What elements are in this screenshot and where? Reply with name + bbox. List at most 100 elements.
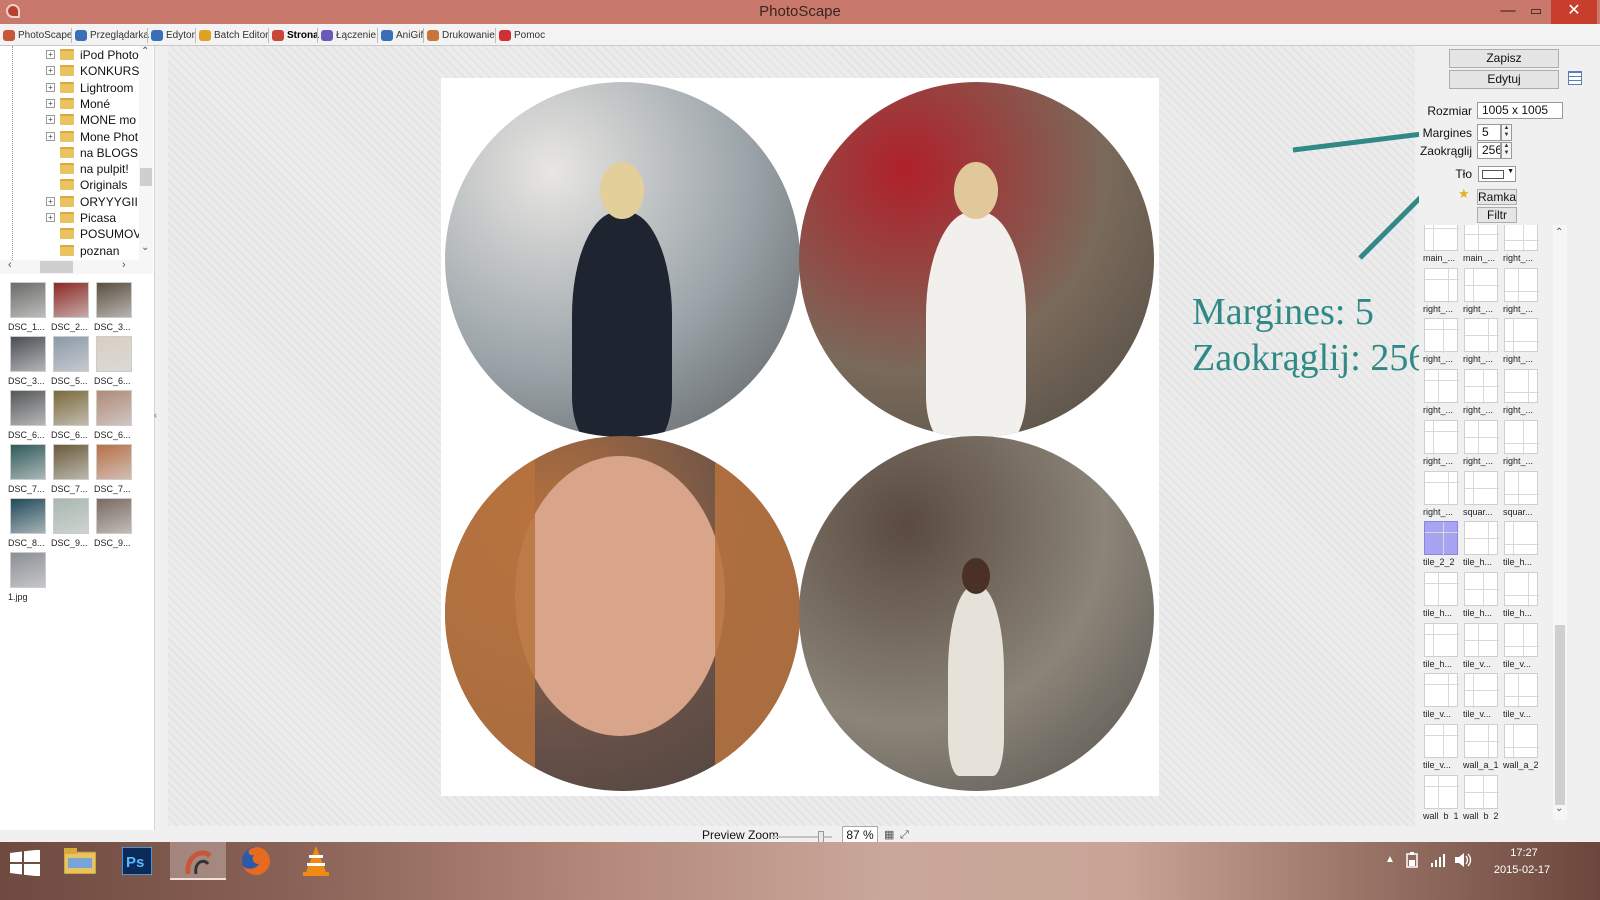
- collage-photo-1[interactable]: [445, 82, 800, 437]
- layout-template[interactable]: right_...: [1421, 470, 1461, 521]
- thumbnail-item[interactable]: DSC_7...: [8, 444, 48, 496]
- layout-template[interactable]: tile_h...: [1461, 571, 1501, 622]
- scrollbar-thumb[interactable]: [140, 168, 152, 186]
- layout-template[interactable]: squar...: [1461, 470, 1501, 521]
- layout-template[interactable]: wall_b_1: [1421, 774, 1461, 820]
- edit-button[interactable]: Edytuj: [1449, 70, 1559, 89]
- layout-template[interactable]: tile_h...: [1461, 521, 1501, 571]
- tab-1[interactable]: Przeglądarka: [74, 27, 149, 44]
- collage-photo-4[interactable]: [799, 436, 1154, 791]
- tab-3[interactable]: Batch Editor: [198, 27, 268, 44]
- layout-template[interactable]: tile_v...: [1421, 724, 1461, 774]
- layout-template[interactable]: right_...: [1501, 225, 1541, 267]
- layout-template[interactable]: tile_h...: [1501, 571, 1541, 622]
- thumbnail-item[interactable]: 1.jpg: [8, 552, 48, 604]
- windows-start-icon[interactable]: [10, 850, 40, 876]
- menu-list-icon[interactable]: [1568, 71, 1582, 85]
- frame-button[interactable]: Ramka: [1477, 189, 1517, 205]
- panel-collapse-handle[interactable]: ‹: [154, 410, 162, 490]
- layout-template[interactable]: right_...: [1421, 267, 1461, 318]
- layout-template[interactable]: right_...: [1461, 369, 1501, 419]
- taskbar-firefox[interactable]: [228, 842, 284, 880]
- layout-template[interactable]: wall_a_2: [1501, 724, 1541, 774]
- thumbnail-item[interactable]: DSC_5...: [51, 336, 91, 388]
- thumbnail-item[interactable]: DSC_1...: [8, 282, 48, 334]
- collage-photo-3[interactable]: [445, 436, 800, 791]
- taskbar-file-explorer[interactable]: [52, 842, 108, 880]
- fullscreen-icon[interactable]: ⤢: [900, 829, 912, 841]
- minimize-button[interactable]: —: [1493, 0, 1523, 24]
- thumbnail-item[interactable]: DSC_8...: [8, 498, 48, 550]
- expand-icon[interactable]: +: [46, 213, 55, 222]
- layout-template[interactable]: tile_v...: [1421, 673, 1461, 723]
- folder-tree-hscrollbar[interactable]: ‹ ›: [0, 259, 153, 274]
- thumbnail-item[interactable]: DSC_6...: [94, 390, 134, 442]
- layout-template[interactable]: tile_h...: [1421, 622, 1461, 673]
- layout-template[interactable]: right_...: [1421, 369, 1461, 419]
- tab-8[interactable]: Pomoc: [498, 27, 545, 44]
- collage-photo-2[interactable]: [799, 82, 1154, 437]
- layout-template[interactable]: right_...: [1501, 267, 1541, 318]
- layout-template[interactable]: right_...: [1461, 419, 1501, 470]
- layout-template[interactable]: tile_h...: [1501, 521, 1541, 571]
- layout-template[interactable]: main_...: [1461, 225, 1501, 267]
- thumbnail-item[interactable]: DSC_9...: [51, 498, 91, 550]
- tab-0[interactable]: PhotoScape: [2, 27, 73, 44]
- thumbnail-item[interactable]: DSC_7...: [51, 444, 91, 496]
- folder-tree-scrollbar[interactable]: ⌃ ⌄: [139, 46, 153, 262]
- margins-field[interactable]: 5: [1477, 124, 1501, 141]
- layout-template[interactable]: tile_v...: [1461, 673, 1501, 723]
- expand-icon[interactable]: +: [46, 131, 55, 141]
- layout-template[interactable]: right_...: [1421, 419, 1461, 470]
- power-icon[interactable]: [1404, 852, 1420, 868]
- expand-icon[interactable]: +: [46, 196, 55, 206]
- round-field[interactable]: 256: [1477, 142, 1501, 159]
- scroll-right-icon[interactable]: ›: [122, 259, 126, 271]
- layout-template[interactable]: wall_a_1: [1461, 724, 1501, 774]
- layout-template[interactable]: tile_v...: [1501, 673, 1541, 723]
- save-button[interactable]: Zapisz: [1449, 49, 1559, 68]
- taskbar-photoscape[interactable]: [170, 842, 226, 880]
- tab-5[interactable]: Łączenie: [320, 27, 376, 44]
- tray-expand-icon[interactable]: ▲: [1385, 854, 1395, 865]
- layout-template[interactable]: right_...: [1501, 318, 1541, 368]
- layout-template[interactable]: tile_v...: [1461, 622, 1501, 673]
- thumbnail-item[interactable]: DSC_2...: [51, 282, 91, 334]
- clock-date[interactable]: 2015-02-17: [1484, 864, 1560, 876]
- expand-icon[interactable]: +: [46, 50, 55, 59]
- thumbnail-item[interactable]: DSC_6...: [94, 336, 134, 388]
- thumbnail-item[interactable]: DSC_3...: [94, 282, 134, 334]
- layout-template[interactable]: right_...: [1501, 419, 1541, 470]
- taskbar-vlc[interactable]: [288, 842, 344, 880]
- layout-template[interactable]: tile_v...: [1501, 622, 1541, 673]
- expand-icon[interactable]: +: [46, 115, 55, 125]
- background-color-picker[interactable]: ▼: [1478, 166, 1516, 182]
- tab-7[interactable]: Drukowanie: [426, 27, 495, 44]
- fit-checker-icon[interactable]: ▦: [884, 829, 896, 841]
- taskbar-photoshop[interactable]: Ps: [110, 842, 166, 880]
- filter-button[interactable]: Filtr: [1477, 207, 1517, 223]
- close-button[interactable]: ✕: [1551, 0, 1597, 24]
- scrollbar-thumb[interactable]: [1555, 625, 1565, 805]
- volume-icon[interactable]: [1455, 852, 1473, 868]
- layout-template[interactable]: main_...: [1421, 225, 1461, 267]
- scroll-down-icon[interactable]: ⌄: [1555, 803, 1563, 814]
- preview-zoom-slider[interactable]: [772, 831, 832, 843]
- thumbnail-item[interactable]: DSC_9...: [94, 498, 134, 550]
- scroll-left-icon[interactable]: ‹: [8, 259, 12, 271]
- templates-scrollbar[interactable]: ⌃ ⌄: [1553, 225, 1567, 820]
- layout-template[interactable]: right_...: [1461, 267, 1501, 318]
- thumbnail-item[interactable]: DSC_7...: [94, 444, 134, 496]
- margins-spinner[interactable]: ▲ ▼: [1501, 124, 1512, 141]
- clock-time[interactable]: 17:27: [1494, 847, 1554, 859]
- tab-4[interactable]: Strona: [271, 27, 319, 44]
- expand-icon[interactable]: +: [46, 66, 55, 76]
- scroll-down-icon[interactable]: ⌄: [141, 242, 149, 253]
- scroll-up-icon[interactable]: ⌃: [141, 46, 149, 57]
- layout-template[interactable]: tile_h...: [1421, 571, 1461, 622]
- network-signal-icon[interactable]: [1430, 852, 1446, 868]
- layout-template[interactable]: right_...: [1421, 318, 1461, 368]
- expand-icon[interactable]: +: [46, 98, 55, 108]
- round-spinner[interactable]: ▲ ▼: [1501, 142, 1512, 159]
- layout-template[interactable]: squar...: [1501, 470, 1541, 521]
